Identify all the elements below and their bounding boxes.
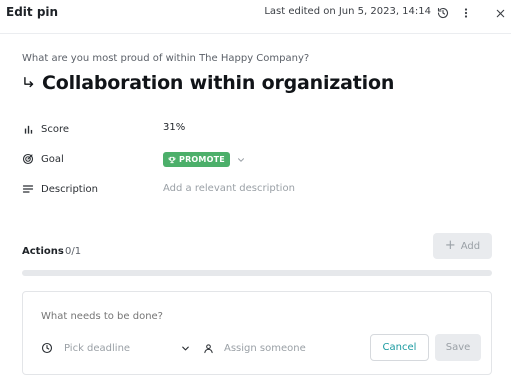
new-task-card: Pick deadline Assign someone Cancel Save	[22, 291, 492, 375]
actions-title: Actions	[22, 246, 64, 257]
goal-badge-label: PROMOTE	[179, 155, 225, 164]
pin-question: What are you most proud of within The Ha…	[22, 53, 310, 64]
task-input[interactable]	[41, 311, 441, 322]
chevron-down-icon	[182, 346, 189, 350]
score-label: Score	[41, 123, 70, 135]
dialog-header: Edit pin Last edited on Jun 5, 2023, 14:…	[0, 0, 511, 34]
add-action-label: Add	[460, 240, 481, 252]
pin-title-text: Collaboration within organization	[42, 72, 395, 94]
deadline-placeholder: Pick deadline	[64, 342, 131, 354]
bar-chart-icon	[22, 123, 34, 135]
goal-selector[interactable]: PROMOTE	[163, 152, 246, 167]
assign-placeholder: Assign someone	[224, 342, 306, 354]
score-row: Score	[22, 121, 69, 137]
score-value: 31%	[163, 122, 186, 133]
add-action-button[interactable]: + Add	[433, 233, 492, 259]
subdirectory-arrow-icon	[24, 77, 34, 88]
close-button[interactable]	[491, 4, 509, 22]
history-button[interactable]	[434, 4, 452, 22]
actions-progress-bar	[22, 270, 492, 276]
deadline-picker[interactable]: Pick deadline	[41, 340, 191, 356]
save-button[interactable]: Save	[435, 334, 481, 361]
chevron-down-icon[interactable]	[236, 155, 246, 165]
description-input[interactable]: Add a relevant description	[163, 183, 295, 194]
actions-count: 0/1	[65, 246, 82, 257]
clock-icon	[41, 342, 53, 354]
close-icon	[496, 9, 504, 17]
more-options-button[interactable]	[457, 4, 475, 22]
cancel-button[interactable]: Cancel	[370, 334, 429, 361]
plus-icon: +	[444, 238, 456, 253]
lines-icon	[22, 183, 34, 195]
pin-title[interactable]: Collaboration within organization	[22, 72, 394, 94]
trophy-icon	[168, 156, 176, 163]
assign-picker[interactable]: Assign someone	[203, 340, 306, 356]
last-edited-text: Last edited on Jun 5, 2023, 14:14	[264, 6, 431, 17]
history-icon	[437, 7, 449, 19]
target-icon	[22, 153, 34, 165]
description-row: Description	[22, 181, 98, 197]
goal-label: Goal	[41, 153, 64, 165]
dialog-title: Edit pin	[6, 5, 59, 19]
goal-row: Goal	[22, 151, 64, 167]
description-label: Description	[41, 183, 98, 195]
more-vertical-icon	[464, 8, 468, 18]
goal-badge[interactable]: PROMOTE	[163, 152, 230, 167]
user-icon	[204, 343, 213, 353]
